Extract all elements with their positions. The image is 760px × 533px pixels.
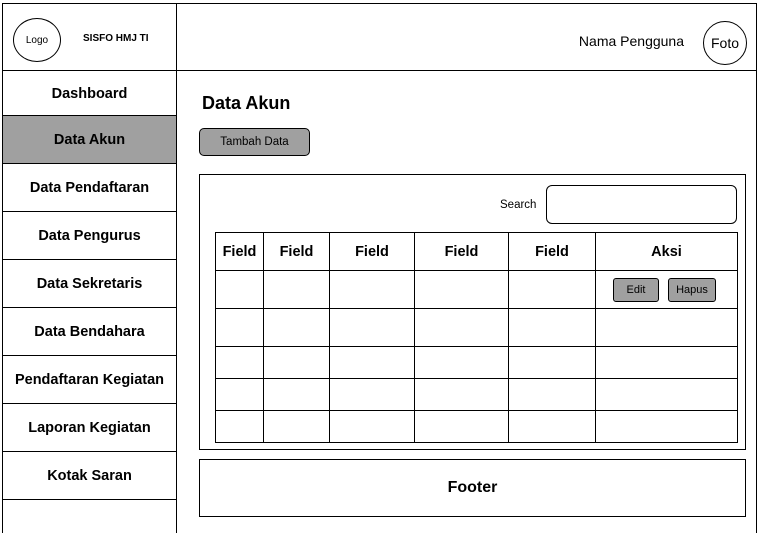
table-cell — [508, 378, 596, 411]
table-row — [215, 378, 738, 411]
actions-cell — [595, 378, 738, 411]
table-row: Edit Hapus — [215, 270, 738, 309]
add-data-button[interactable]: Tambah Data — [199, 128, 310, 156]
table-cell — [329, 308, 415, 347]
column-header: Field — [508, 232, 596, 271]
table-cell — [215, 410, 264, 443]
sidebar-item-laporan-kegiatan[interactable]: Laporan Kegiatan — [3, 404, 176, 452]
table-cell — [329, 410, 415, 443]
column-header: Field — [329, 232, 415, 271]
table-cell — [508, 410, 596, 443]
table-cell — [414, 346, 509, 379]
search-input[interactable] — [546, 185, 737, 224]
app-name: SISFO HMJ TI — [83, 33, 149, 44]
actions-cell — [595, 410, 738, 443]
sidebar-item-data-pengurus[interactable]: Data Pengurus — [3, 212, 176, 260]
sidebar-item-data-pendaftaran[interactable]: Data Pendaftaran — [3, 164, 176, 212]
table-cell — [508, 270, 596, 309]
sidebar-item-data-bendahara[interactable]: Data Bendahara — [3, 308, 176, 356]
table-cell — [215, 346, 264, 379]
table-row — [215, 410, 738, 443]
sidebar-item-data-akun[interactable]: Data Akun — [3, 116, 176, 164]
table-cell — [263, 410, 330, 443]
data-table: Field Field Field Field Field Aksi Edit … — [215, 232, 738, 443]
search-label: Search — [500, 199, 537, 211]
sidebar-item-data-sekretaris[interactable]: Data Sekretaris — [3, 260, 176, 308]
sidebar-item-kotak-saran[interactable]: Kotak Saran — [3, 452, 176, 500]
column-header: Field — [263, 232, 330, 271]
edit-button[interactable]: Edit — [613, 277, 659, 302]
table-cell — [329, 378, 415, 411]
table-cell — [414, 270, 509, 309]
avatar[interactable]: Foto — [703, 21, 747, 65]
table-cell — [414, 308, 509, 347]
footer: Footer — [199, 459, 746, 517]
column-header: Field — [414, 232, 509, 271]
user-name[interactable]: Nama Pengguna — [579, 33, 684, 49]
sidebar: Dashboard Data Akun Data Pendaftaran Dat… — [2, 70, 177, 533]
top-header: Nama Pengguna Foto — [176, 3, 757, 71]
table-cell — [215, 308, 264, 347]
delete-button[interactable]: Hapus — [668, 277, 716, 302]
table-row — [215, 308, 738, 347]
table-header-row: Field Field Field Field Field Aksi — [215, 232, 738, 271]
logo: Logo — [13, 18, 61, 62]
table-cell — [263, 378, 330, 411]
table-cell — [263, 270, 330, 309]
data-panel: Search Field Field Field Field Field Aks… — [199, 174, 746, 450]
actions-cell: Edit Hapus — [595, 270, 738, 309]
table-cell — [215, 270, 264, 309]
actions-cell — [595, 308, 738, 347]
table-cell — [508, 308, 596, 347]
column-header: Field — [215, 232, 264, 271]
brand-area: Logo SISFO HMJ TI — [2, 3, 177, 71]
page-title: Data Akun — [202, 93, 291, 113]
table-cell — [414, 410, 509, 443]
table-cell — [414, 378, 509, 411]
table-cell — [329, 346, 415, 379]
actions-cell — [595, 346, 738, 379]
table-cell — [508, 346, 596, 379]
sidebar-item-pendaftaran-kegiatan[interactable]: Pendaftaran Kegiatan — [3, 356, 176, 404]
table-cell — [215, 378, 264, 411]
table-cell — [263, 308, 330, 347]
sidebar-item-dashboard[interactable]: Dashboard — [3, 70, 176, 116]
table-cell — [329, 270, 415, 309]
table-row — [215, 346, 738, 379]
table-cell — [263, 346, 330, 379]
column-header-actions: Aksi — [595, 232, 738, 271]
